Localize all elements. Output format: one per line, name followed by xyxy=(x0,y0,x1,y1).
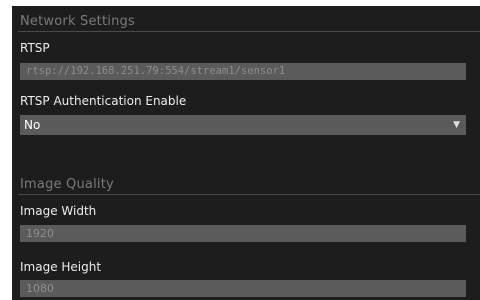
image-quality-title: Image Quality xyxy=(20,177,114,192)
image-width-field[interactable]: 1920 xyxy=(20,225,466,242)
chevron-down-icon: ▼ xyxy=(453,120,460,130)
rtsp-auth-label: RTSP Authentication Enable xyxy=(20,94,187,108)
rtsp-auth-selected-value: No xyxy=(24,118,41,132)
image-height-label: Image Height xyxy=(20,260,102,274)
section-divider xyxy=(18,194,480,195)
rtsp-label: RTSP xyxy=(20,41,50,55)
section-divider xyxy=(18,31,480,32)
network-settings-title: Network Settings xyxy=(20,14,135,29)
rtsp-auth-select[interactable]: No ▼ xyxy=(20,115,466,135)
image-height-field[interactable]: 1080 xyxy=(20,280,466,297)
settings-panel: Network Settings RTSP rtsp://192.168.251… xyxy=(12,6,480,300)
image-width-label: Image Width xyxy=(20,204,97,218)
rtsp-url-field[interactable]: rtsp://192.168.251.79:554/stream1/sensor… xyxy=(20,63,466,80)
